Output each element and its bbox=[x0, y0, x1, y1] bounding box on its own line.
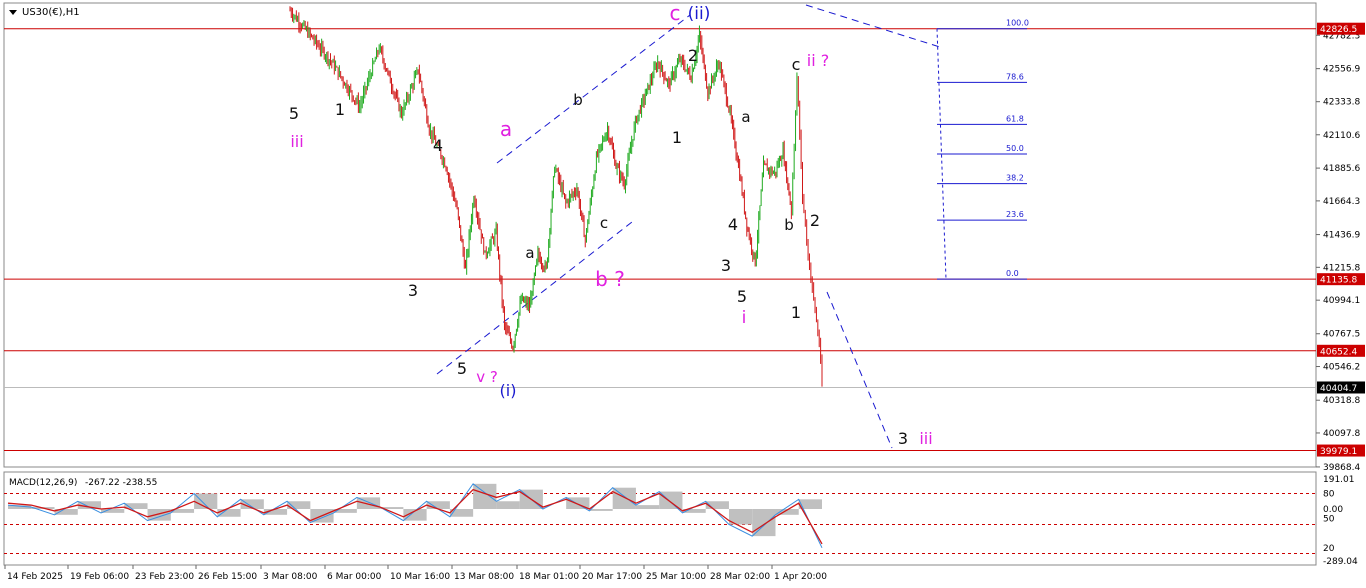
price-tick-label: 41885.6 bbox=[1323, 164, 1360, 174]
wave-label: 3 bbox=[721, 256, 731, 275]
macd-histogram-bar bbox=[589, 509, 613, 511]
wave-label: c bbox=[792, 55, 801, 74]
wave-label: 5 bbox=[457, 359, 467, 378]
macd-indicator: MACD(12,26,9) -267.22 -238.55 191.01 80 0.… bbox=[4, 475, 1358, 567]
fib-level-label: 0.0 bbox=[1006, 269, 1019, 278]
price-tick-label: 40546.2 bbox=[1323, 363, 1360, 373]
time-tick-label: 3 Mar 08:00 bbox=[263, 572, 318, 582]
wave-label: (i) bbox=[500, 381, 517, 400]
current-price-label: 40404.7 bbox=[1320, 384, 1357, 394]
wave-label: 1 bbox=[791, 303, 801, 322]
wave-label: c bbox=[600, 214, 608, 232]
indicator-name: MACD(12,26,9) bbox=[9, 478, 77, 488]
fib-level-label: 100.0 bbox=[1006, 19, 1029, 28]
time-tick-label: 28 Mar 02:00 bbox=[710, 572, 770, 582]
time-tick-label: 18 Mar 01:00 bbox=[519, 572, 579, 582]
level-price-label: 39979.1 bbox=[1320, 447, 1357, 457]
indicator-scale-label: 80 bbox=[1323, 490, 1335, 500]
wave-label: 5 bbox=[737, 287, 747, 306]
time-tick-label: 23 Feb 23:00 bbox=[135, 572, 194, 582]
time-tick-label: 14 Feb 2025 bbox=[7, 572, 63, 582]
candlestick-series bbox=[289, 6, 823, 387]
wave-label: b bbox=[784, 216, 794, 234]
indicator-scale-label: 191.01 bbox=[1323, 475, 1355, 485]
price-axis: 42782.342556.942333.842110.641885.641664… bbox=[1316, 22, 1365, 473]
projection-top-line[interactable] bbox=[805, 4, 944, 49]
wave-label: b bbox=[573, 91, 583, 109]
wave-label: 5 bbox=[289, 104, 299, 123]
time-tick-label: 13 Mar 08:00 bbox=[454, 572, 514, 582]
macd-histogram-bar bbox=[752, 509, 776, 537]
macd-histogram-bar bbox=[635, 505, 660, 510]
fib-level-label: 50.0 bbox=[1006, 144, 1024, 153]
time-tick-label: 26 Feb 15:00 bbox=[198, 572, 257, 582]
price-tick-label: 40318.8 bbox=[1323, 396, 1360, 406]
chart-svg[interactable]: 100.078.661.850.038.223.60.0 5iii1435 v ?… bbox=[0, 0, 1366, 588]
chart-window: 100.0 78.6 61.8 50.0 38.2 23.6 0.0 5 iii 1 4 3 5 v ?… bbox=[0, 0, 1366, 588]
wave-label: iii bbox=[290, 132, 303, 151]
indicator-scale-label: -289.04 bbox=[1323, 557, 1358, 567]
fib-level-label: 38.2 bbox=[1006, 174, 1024, 183]
macd-histogram-bar bbox=[217, 509, 241, 517]
wave-label: i bbox=[742, 308, 747, 328]
indicator-pane-frame bbox=[3, 471, 1317, 566]
wave-label: v ? bbox=[476, 368, 498, 386]
symbol-label: US30(€),H1 bbox=[22, 7, 80, 18]
indicator-values: -267.22 -238.55 bbox=[85, 478, 157, 488]
wave-label: 1 bbox=[335, 100, 345, 119]
wave-label: (ii) bbox=[688, 4, 711, 24]
fib-level-label: 23.6 bbox=[1006, 210, 1024, 219]
price-tick-label: 41215.8 bbox=[1323, 263, 1360, 273]
time-tick-label: 20 Mar 17:00 bbox=[582, 572, 642, 582]
wave-label: 1 bbox=[672, 128, 682, 147]
price-tick-label: 40767.5 bbox=[1323, 330, 1360, 340]
macd-histogram-bar bbox=[496, 501, 520, 510]
wave-label: 2 bbox=[810, 211, 820, 230]
wave-label: a bbox=[525, 244, 534, 262]
price-tick-label: 41664.3 bbox=[1323, 197, 1360, 207]
macd-histogram-bar bbox=[147, 509, 171, 521]
wave-label: ii ? bbox=[807, 51, 829, 70]
price-tick-label: 41436.9 bbox=[1323, 231, 1360, 241]
wave-label: b ? bbox=[595, 267, 625, 291]
horizontal-levels bbox=[4, 28, 1316, 452]
symbol-triangle-icon bbox=[9, 10, 17, 15]
wave-label: 3 bbox=[408, 281, 418, 300]
level-price-label: 41135.8 bbox=[1320, 276, 1357, 286]
time-tick-label: 1 Apr 20:00 bbox=[774, 572, 827, 582]
price-tick-label: 42556.9 bbox=[1323, 65, 1360, 75]
price-tick-label: 39868.4 bbox=[1323, 463, 1360, 473]
price-tick-label: 42110.6 bbox=[1323, 131, 1360, 141]
level-price-label: 42826.5 bbox=[1320, 25, 1357, 35]
fibonacci-retracement[interactable]: 100.0 78.6 61.8 50.0 38.2 23.6 0.0 bbox=[936, 19, 1029, 280]
wave-label: iii bbox=[919, 429, 932, 448]
indicator-scale-label: 20 bbox=[1323, 544, 1335, 554]
time-tick-label: 19 Feb 06:00 bbox=[70, 572, 129, 582]
price-tick-label: 40097.8 bbox=[1323, 429, 1360, 439]
fib-level-label: 61.8 bbox=[1006, 114, 1024, 123]
wave-label: a bbox=[741, 108, 750, 126]
macd-histogram-bar bbox=[426, 501, 450, 510]
level-price-label: 40652.4 bbox=[1320, 347, 1357, 357]
price-tick-label: 42333.8 bbox=[1323, 98, 1360, 108]
wave-label: 2 bbox=[688, 46, 698, 65]
wave-label: 4 bbox=[728, 215, 738, 234]
wave-label: 4 bbox=[433, 136, 443, 155]
fib-level-label: 78.6 bbox=[1006, 72, 1024, 81]
price-tick-label: 40994.1 bbox=[1323, 296, 1360, 306]
wave-label: c bbox=[670, 1, 681, 25]
wave-label: 3 bbox=[898, 429, 908, 448]
wave-label: a bbox=[500, 117, 512, 141]
time-axis: 14 Feb 2025 19 Feb 06:00 23 Feb 23:00 26 Fe… bbox=[4, 565, 827, 582]
indicator-scale-label: 0.00 bbox=[1323, 505, 1343, 515]
indicator-scale-label: 50 bbox=[1323, 515, 1335, 525]
projection-wave-iii-line[interactable] bbox=[826, 291, 893, 449]
time-tick-label: 6 Mar 00:00 bbox=[327, 572, 382, 582]
time-tick-label: 25 Mar 10:00 bbox=[646, 572, 706, 582]
time-tick-label: 10 Mar 16:00 bbox=[390, 572, 450, 582]
channel-upper-line[interactable] bbox=[496, 14, 691, 164]
